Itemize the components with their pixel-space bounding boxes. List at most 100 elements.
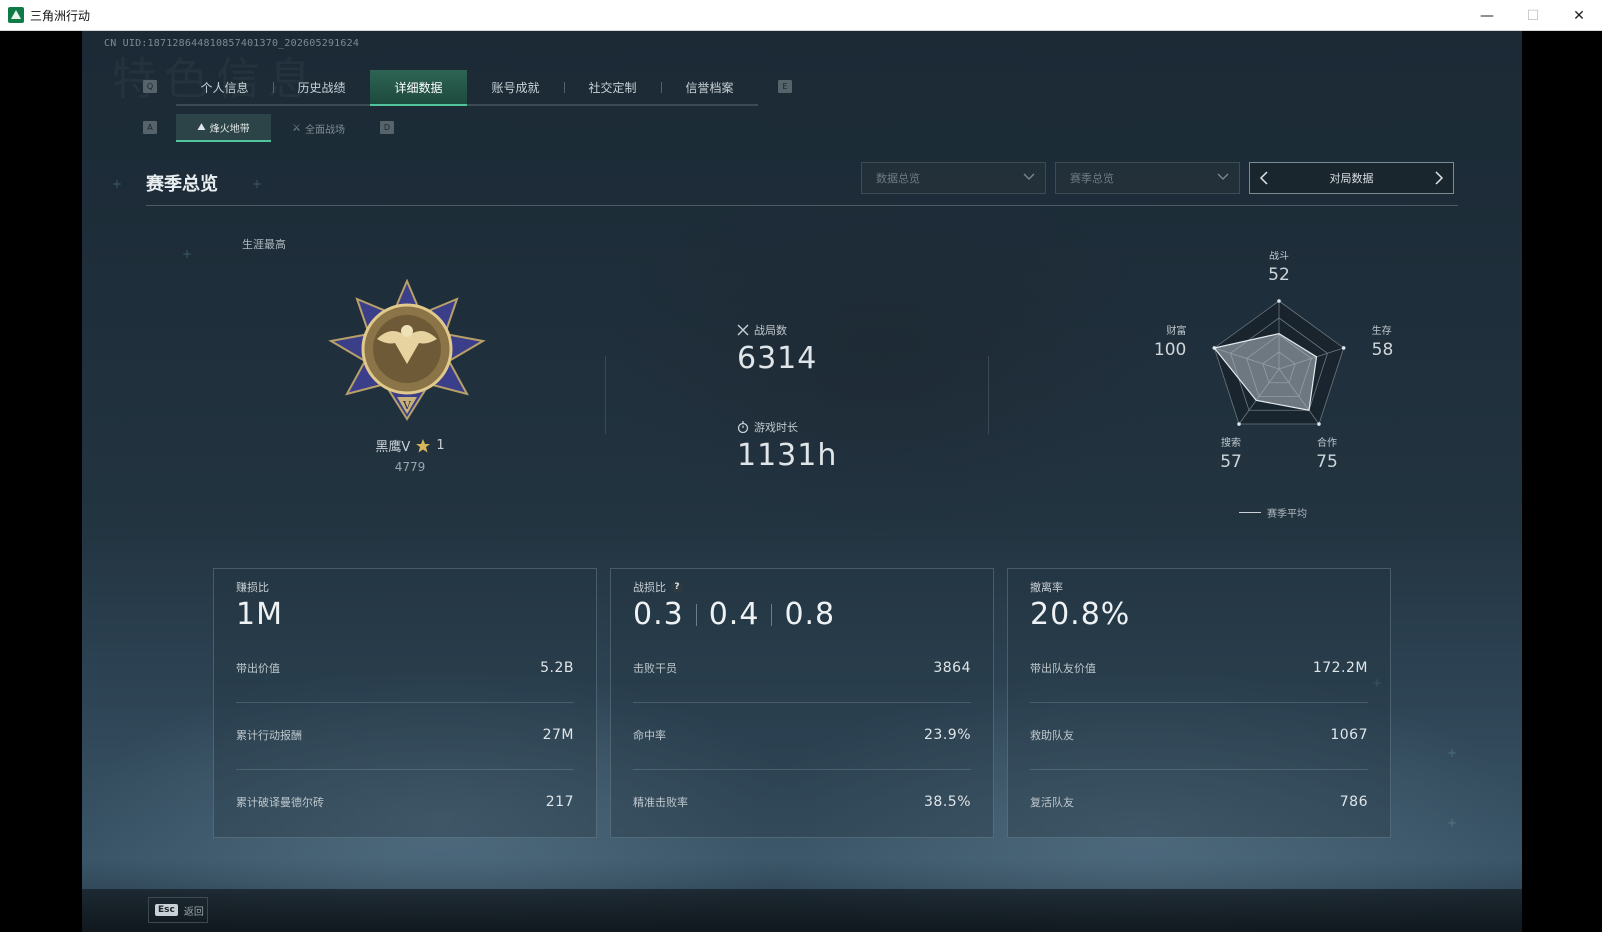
radar-axis-tip: [1341, 346, 1346, 350]
back-button[interactable]: Esc 返回: [148, 897, 208, 923]
radar-axis-value: 52: [1268, 265, 1290, 285]
row-label: 精准击败率: [633, 796, 688, 809]
combat-card: 战损比 ? 0.3 0.4 0.8 击败干员 3864 命中率 23.9% 精准: [610, 568, 994, 838]
card-row: 累计破译曼德尔砖 217: [236, 792, 574, 812]
window-controls: — ☐ ✕: [1464, 0, 1602, 31]
row-label: 带出价值: [236, 662, 280, 675]
dropdown-value: 数据总览: [876, 172, 920, 185]
tab-warfare[interactable]: ⚔ 全面战场: [271, 114, 366, 142]
back-label: 返回: [183, 906, 204, 918]
season-dropdown[interactable]: 赛季总览: [1055, 162, 1240, 194]
row-divider: [1030, 702, 1368, 703]
radar-axis-label: 财富: [1166, 324, 1186, 337]
svg-text:V: V: [402, 399, 412, 412]
maximize-button[interactable]: ☐: [1510, 0, 1556, 31]
card-row: 命中率 23.9%: [633, 725, 971, 745]
card-row: 击败干员 3864: [633, 658, 971, 678]
close-button[interactable]: ✕: [1556, 0, 1602, 31]
rank-name: 黑鹰V: [375, 440, 411, 455]
playtime-label: 游戏时长: [754, 421, 798, 434]
tab-warfare-label: 全面战场: [304, 124, 345, 136]
key-hint-a: A: [143, 121, 157, 134]
card-row: 救助队友 1067: [1030, 725, 1368, 745]
radar-axis-value: 100: [1154, 340, 1186, 360]
radar-axis-label: 搜索: [1221, 436, 1241, 449]
hero-separator: [695, 603, 697, 626]
row-value: 217: [545, 794, 574, 810]
tab-credit-record[interactable]: 信誉档案: [661, 70, 758, 104]
row-value: 38.5%: [924, 794, 971, 810]
rank-stars: 1: [436, 438, 445, 453]
row-value: 27M: [542, 727, 574, 743]
card-hero-value: 20.8%: [1030, 597, 1131, 632]
row-divider: [633, 702, 971, 703]
row-divider: [1030, 769, 1368, 770]
mode-tab-bar: ⛰ 烽火地带 ⚔ 全面战场: [176, 114, 366, 142]
kd-value-1: 0.3: [633, 597, 684, 632]
rank-score: 4779: [394, 460, 426, 474]
row-value: 172.2M: [1312, 660, 1368, 676]
matches-label: 战局数: [754, 324, 787, 337]
radar-axis-tip: [1237, 422, 1241, 426]
tab-hazard-zone[interactable]: ⛰ 烽火地带: [176, 114, 271, 142]
game-viewport: 特色信息 CN UID:1871286448108574013​70_20260…: [82, 31, 1522, 932]
main-tab-bar: 个人信息 历史战绩 详细数据 账号成就 社交定制 信誉档案: [176, 70, 758, 106]
decor-crosshair-icon: +: [1447, 746, 1458, 760]
key-hint-e: E: [778, 80, 792, 93]
tab-personal-info[interactable]: 个人信息: [176, 70, 273, 104]
data-overview-dropdown[interactable]: 数据总览: [861, 162, 1046, 194]
row-value: 786: [1339, 794, 1368, 810]
row-label: 命中率: [633, 729, 666, 742]
radar-axis-value: 58: [1372, 340, 1394, 360]
chevron-down-icon: [1023, 173, 1035, 180]
row-label: 累计行动报酬: [236, 729, 302, 742]
minimize-button[interactable]: —: [1464, 0, 1510, 31]
bottom-bar: Esc 返回: [82, 889, 1522, 932]
window-titlebar: 三角洲行动 — ☐ ✕: [0, 0, 1602, 31]
card-row: 带出价值 5.2B: [236, 658, 574, 678]
radar-axis-value: 75: [1316, 452, 1338, 472]
tab-achievements[interactable]: 账号成就: [467, 70, 564, 104]
radar-axis-label: 生存: [1372, 324, 1392, 337]
card-row: 复活队友 786: [1030, 792, 1368, 812]
playtime-value: 1131h: [737, 438, 838, 473]
row-value: 23.9%: [924, 727, 971, 743]
decor-crosshair-icon: +: [112, 177, 123, 191]
tab-social-custom[interactable]: 社交定制: [564, 70, 661, 104]
card-row: 累计行动报酬 27M: [236, 725, 574, 745]
card-row: 带出队友价值 172.2M: [1030, 658, 1368, 678]
chevron-right-icon[interactable]: [1431, 170, 1447, 186]
row-label: 救助队友: [1030, 729, 1074, 742]
section-divider: [146, 205, 1458, 206]
row-label: 复活队友: [1030, 796, 1074, 809]
radar-legend: 赛季平均: [1239, 505, 1307, 520]
app-logo-icon: [8, 7, 24, 23]
esc-key-hint: Esc: [155, 904, 178, 916]
card-row: 精准击败率 38.5%: [633, 792, 971, 812]
hazard-zone-icon: ⛰: [197, 121, 206, 133]
legend-line: [1239, 512, 1261, 513]
divider: [988, 356, 989, 434]
row-value: 5.2B: [540, 660, 574, 676]
star-icon: [416, 438, 431, 452]
card-label: 战损比: [633, 581, 666, 594]
ability-radar-chart: 战斗 52 生存 58 合作 75 搜索 57 财富 100: [1154, 251, 1394, 472]
legend-label: 赛季平均: [1267, 509, 1307, 520]
crossed-swords-icon: [737, 324, 749, 336]
profit-card: 赚损比 1M 带出价值 5.2B 累计行动报酬 27M 累计破译曼德尔砖 217: [213, 568, 597, 838]
help-icon[interactable]: ?: [671, 581, 683, 593]
row-label: 累计破译曼德尔砖: [236, 796, 324, 809]
kd-value-3: 0.8: [784, 597, 836, 632]
row-divider: [236, 769, 574, 770]
radar-axis-label: 合作: [1317, 436, 1337, 449]
key-hint-q: Q: [143, 80, 157, 93]
chevron-left-icon[interactable]: [1256, 170, 1272, 186]
game-area: 特色信息 CN UID:1871286448108574013​70_20260…: [0, 31, 1602, 932]
radar-axis-value: 57: [1220, 452, 1242, 472]
tab-match-history[interactable]: 历史战绩: [273, 70, 370, 104]
tab-detailed-data[interactable]: 详细数据: [370, 70, 467, 106]
stopwatch-icon: [737, 421, 749, 433]
card-hero-values: 0.3 0.4 0.8: [633, 597, 835, 632]
decor-crosshair-icon: +: [1447, 816, 1458, 830]
match-data-pager: 对局数据: [1249, 162, 1454, 194]
